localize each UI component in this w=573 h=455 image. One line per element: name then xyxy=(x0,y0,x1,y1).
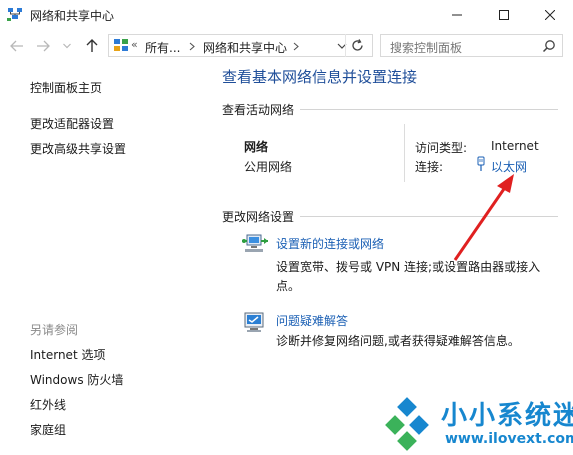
network-name: 网络 xyxy=(244,140,269,154)
address-box[interactable]: « 所有... 网络和共享中心 xyxy=(108,34,373,57)
chevron-right-icon xyxy=(293,42,299,51)
access-type-label: 访问类型: xyxy=(415,141,468,155)
network-setup-icon xyxy=(242,234,268,252)
arrow-head xyxy=(497,174,514,193)
title-bar: 网络和共享中心 xyxy=(0,0,573,30)
breadcrumb-overflow[interactable]: « xyxy=(131,38,138,51)
divider xyxy=(404,124,405,182)
maximize-icon xyxy=(499,10,509,20)
watermark-logo-icon xyxy=(385,397,429,451)
watermark-url: www.ilovext.com xyxy=(445,431,573,447)
active-networks-heading: 查看活动网络 xyxy=(222,101,301,118)
control-panel-icon xyxy=(114,39,128,51)
change-settings-heading: 更改网络设置 xyxy=(222,208,301,225)
search-input[interactable]: 搜索控制面板 xyxy=(380,34,563,57)
chevron-right-icon xyxy=(189,42,195,51)
sidebar-item-home[interactable]: 控制面板主页 xyxy=(30,79,102,96)
close-icon xyxy=(545,10,555,20)
up-button[interactable] xyxy=(83,37,101,55)
watermark: 小小系统迷 www.ilovext.com xyxy=(383,395,573,455)
minimize-icon xyxy=(452,14,462,16)
setup-connection-description: 设置宽带、拨号或 VPN 连接;或设置路由器或接入点。 xyxy=(276,260,541,293)
sidebar-item-advanced-sharing[interactable]: 更改高级共享设置 xyxy=(30,140,126,157)
troubleshoot-description: 诊断并修复网络问题,或者获得疑难解答信息。 xyxy=(276,334,520,348)
access-type-value: Internet xyxy=(491,139,539,153)
search-icon[interactable] xyxy=(542,39,556,53)
watermark-title: 小小系统迷 xyxy=(441,401,573,431)
ethernet-icon xyxy=(477,156,485,171)
chevron-down-icon xyxy=(63,43,71,49)
page-title: 查看基本网络信息并设置连接 xyxy=(222,68,418,86)
breadcrumb-all-items[interactable]: 所有... xyxy=(145,39,180,56)
network-category: 公用网络 xyxy=(244,160,293,174)
ethernet-connection-link[interactable]: 以太网 xyxy=(491,158,527,175)
troubleshoot-link[interactable]: 问题疑难解答 xyxy=(276,312,348,329)
back-button[interactable] xyxy=(8,37,26,55)
close-button[interactable] xyxy=(527,0,573,30)
setup-connection-link[interactable]: 设置新的连接或网络 xyxy=(276,235,384,252)
recent-locations-button[interactable] xyxy=(60,37,74,55)
window-title: 网络和共享中心 xyxy=(30,9,115,23)
refresh-icon xyxy=(352,39,363,51)
network-center-icon xyxy=(7,8,22,21)
maximize-button[interactable] xyxy=(481,0,527,30)
address-toolbar: « 所有... 网络和共享中心 搜索控制面板 xyxy=(0,30,573,62)
see-also-heading: 另请参阅 xyxy=(30,323,79,337)
sidebar-item-firewall[interactable]: Windows 防火墙 xyxy=(30,371,123,388)
sidebar-item-adapter-settings[interactable]: 更改适配器设置 xyxy=(30,115,114,132)
troubleshoot-icon xyxy=(244,312,264,332)
up-arrow-icon xyxy=(86,39,98,52)
forward-button[interactable] xyxy=(34,37,52,55)
connection-label: 连接: xyxy=(415,160,444,174)
sidebar-item-internet-options[interactable]: Internet 选项 xyxy=(30,346,105,363)
sidebar-item-infrared[interactable]: 红外线 xyxy=(30,396,66,413)
arrow-shaft xyxy=(453,185,508,261)
minimize-button[interactable] xyxy=(434,0,480,30)
back-arrow-icon xyxy=(10,40,23,52)
sidebar-item-homegroup[interactable]: 家庭组 xyxy=(30,421,66,438)
forward-arrow-icon xyxy=(37,40,50,52)
refresh-button[interactable] xyxy=(345,34,369,57)
breadcrumb-network-center[interactable]: 网络和共享中心 xyxy=(203,39,287,56)
search-placeholder: 搜索控制面板 xyxy=(390,41,463,55)
